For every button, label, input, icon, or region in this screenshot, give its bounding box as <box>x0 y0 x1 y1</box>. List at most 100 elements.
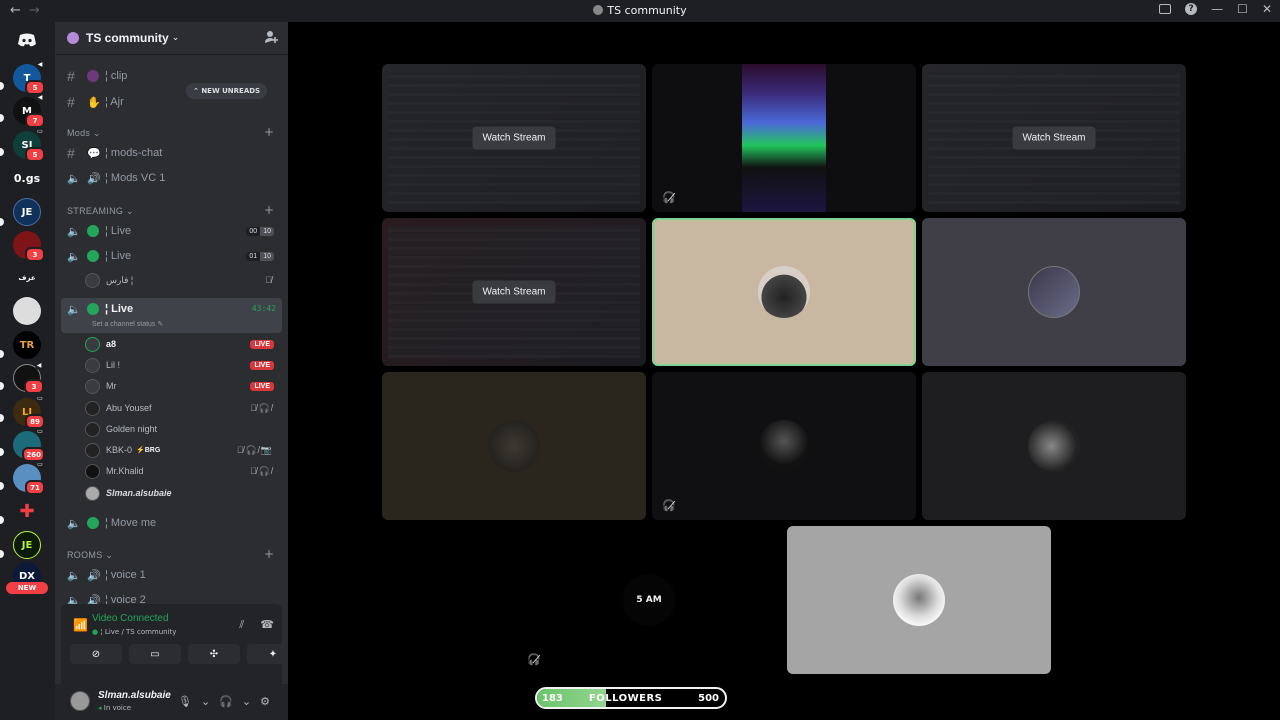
stream-tile[interactable]: 5 AM 🎧̸ <box>517 526 781 674</box>
username[interactable]: Slman.alsubaie <box>98 690 171 701</box>
server-icon[interactable]: JE <box>13 531 41 559</box>
watch-stream-button[interactable]: Watch Stream <box>472 126 556 150</box>
voice-user[interactable]: Mr LIVE <box>85 376 280 396</box>
stream-tile[interactable]: Watch Stream <box>922 64 1186 212</box>
server-icon[interactable]: 3 <box>13 231 45 262</box>
stream-tile[interactable] <box>922 372 1186 520</box>
server-icon[interactable]: M ◀ 7 <box>13 94 45 128</box>
activities-button[interactable]: ✣ <box>188 644 240 664</box>
add-channel-icon[interactable]: + <box>264 547 274 561</box>
server-icon[interactable]: عزف <box>13 264 41 292</box>
server-icon[interactable]: TR <box>13 331 41 359</box>
voice-user[interactable]: a8 LIVE <box>85 334 280 354</box>
signal-icon[interactable]: 📶 <box>73 618 88 632</box>
guild-icon <box>67 32 79 44</box>
voice-user[interactable]: Abu Yousef 🎙̸🎧̸ <box>85 398 280 418</box>
stream-tile[interactable]: 🎧̸ <box>652 64 916 212</box>
server-icon[interactable]: 0.gs <box>13 164 41 192</box>
inbox-icon[interactable] <box>1159 4 1172 14</box>
category-streaming[interactable]: STREAMING ⌄ <box>67 206 134 217</box>
voice-user[interactable]: Slman.alsubaie <box>85 483 280 503</box>
new-server-badge: NEW <box>6 582 48 594</box>
unread-pill <box>0 218 4 226</box>
disconnect-icon[interactable]: ☎ <box>260 618 274 632</box>
soundboard-button[interactable]: ✦ <box>247 644 288 664</box>
speaker-icon: 🔈 <box>67 569 81 582</box>
stream-tile[interactable] <box>922 218 1186 366</box>
stream-tile[interactable]: 🎧̸ <box>652 372 916 520</box>
category-rooms[interactable]: ROOMS ⌄ <box>67 550 113 561</box>
server-icon[interactable] <box>13 297 41 325</box>
server-icon[interactable]: LJ ▭ 89 <box>13 395 45 429</box>
deafened-icon: 🎧̸ <box>662 499 676 512</box>
avatar <box>758 420 810 472</box>
add-channel-icon[interactable]: + <box>264 203 274 217</box>
add-channel-icon[interactable]: + <box>264 125 274 139</box>
stream-tile[interactable] <box>652 218 916 366</box>
server-icon[interactable]: SI ▭ 5 <box>13 128 45 162</box>
stream-tile[interactable] <box>787 526 1051 674</box>
channel-mods-chat[interactable]: # 💬 ¦ mods-chat <box>61 142 282 164</box>
server-icon[interactable]: ▭ 260 <box>13 428 45 462</box>
voice-user[interactable]: فارس ¦ 🎙̸ <box>85 270 280 290</box>
server-icon[interactable]: ✚ <box>13 497 41 525</box>
voice-user[interactable]: KBK-0 ⚡BRG 🎙̸🎧̸📷 <box>85 440 280 460</box>
voice-user[interactable]: Mr.Khalid 🎙̸🎧̸ <box>85 461 280 481</box>
channel-live-2[interactable]: 🔈 ¦ Live 01 10 <box>61 245 282 267</box>
channel-live-1[interactable]: 🔈 ¦ Live 00 10 <box>61 220 282 242</box>
unread-pill <box>0 350 4 358</box>
avatar <box>85 378 100 394</box>
camera-off-button[interactable]: ⊘ <box>70 644 122 664</box>
minimize-button[interactable]: — <box>1211 2 1223 16</box>
voice-status-title[interactable]: Video Connected <box>92 613 169 624</box>
stream-tile[interactable] <box>382 372 646 520</box>
gear-icon[interactable]: ⚙ <box>260 695 270 708</box>
speaker-icon: 🔈 <box>67 517 81 530</box>
channel-voice-1[interactable]: 🔈 🔊 ¦ voice 1 <box>61 564 282 586</box>
noise-suppression-icon[interactable]: ⫽ <box>239 618 244 632</box>
speaker-emoji-icon: 🔊 <box>87 173 101 185</box>
chevron-down-icon[interactable]: ⌄ <box>201 695 210 708</box>
server-icon[interactable]: T ◀ 5 <box>13 61 45 95</box>
user-limit-counter: 00 10 <box>246 226 274 236</box>
add-member-icon[interactable] <box>264 30 278 44</box>
server-icon[interactable]: ▭ 71 <box>13 461 45 495</box>
watch-stream-button[interactable]: Watch Stream <box>1012 126 1096 150</box>
voice-channel-link[interactable]: ● ¦ Live / TS community <box>92 628 176 636</box>
watch-stream-button[interactable]: Watch Stream <box>472 280 556 304</box>
avatar <box>85 400 100 416</box>
discord-home-icon[interactable] <box>13 26 41 54</box>
avatar <box>488 420 540 472</box>
channel-status[interactable]: Set a channel status ✎ <box>92 320 163 328</box>
new-unreads-pill[interactable]: ⌃ NEW UNREADS <box>186 83 268 99</box>
title-bar: ← → TS community ? — ☐ ✕ <box>0 0 1280 22</box>
avatar[interactable] <box>70 691 90 711</box>
microphone-icon[interactable]: 🎙 <box>178 695 192 708</box>
channel-mods-vc[interactable]: 🔈 🔊 ¦ Mods VC 1 <box>61 167 282 189</box>
close-button[interactable]: ✕ <box>1262 2 1272 16</box>
server-icon[interactable]: ◀ 3 <box>13 362 44 394</box>
server-icon <box>593 5 604 15</box>
category-mods[interactable]: Mods ⌄ <box>67 128 101 139</box>
channel-live-3[interactable]: 🔈 ¦ Live 43:42 Set a channel status ✎ <box>61 298 282 333</box>
muted-deafened-icon: 🎙̸🎧̸ <box>250 402 274 413</box>
server-icon[interactable]: JE <box>13 198 41 226</box>
server-rail: T ◀ 5 M ◀ 7 SI ▭ 5 0.gs JE 3 عزف TR ◀ 3 LJ ▭ 89 ▭… <box>0 22 55 720</box>
stream-tile[interactable]: Watch Stream <box>382 218 646 366</box>
channel-emoji-icon <box>87 70 99 82</box>
maximize-button[interactable]: ☐ <box>1237 2 1248 16</box>
voice-user[interactable]: Golden night <box>85 419 280 439</box>
avatar <box>85 357 100 373</box>
chevron-down-icon[interactable]: ⌄ <box>242 695 251 708</box>
help-icon[interactable]: ? <box>1185 3 1198 15</box>
voice-user[interactable]: Lil ! LIVE <box>85 355 280 375</box>
guild-header[interactable]: TS community ⌄ <box>55 22 288 55</box>
back-arrow-icon[interactable]: ← <box>10 3 21 18</box>
hashtag-icon: # <box>67 94 75 110</box>
channel-move-me[interactable]: 🔈 ¦ Move me <box>61 512 282 534</box>
forward-arrow-icon[interactable]: → <box>29 3 40 18</box>
speaker-icon: 🔈 <box>67 225 81 238</box>
headphones-icon[interactable]: 🎧 <box>219 695 233 708</box>
screen-share-button[interactable]: ▭ <box>129 644 181 664</box>
stream-tile[interactable]: Watch Stream <box>382 64 646 212</box>
